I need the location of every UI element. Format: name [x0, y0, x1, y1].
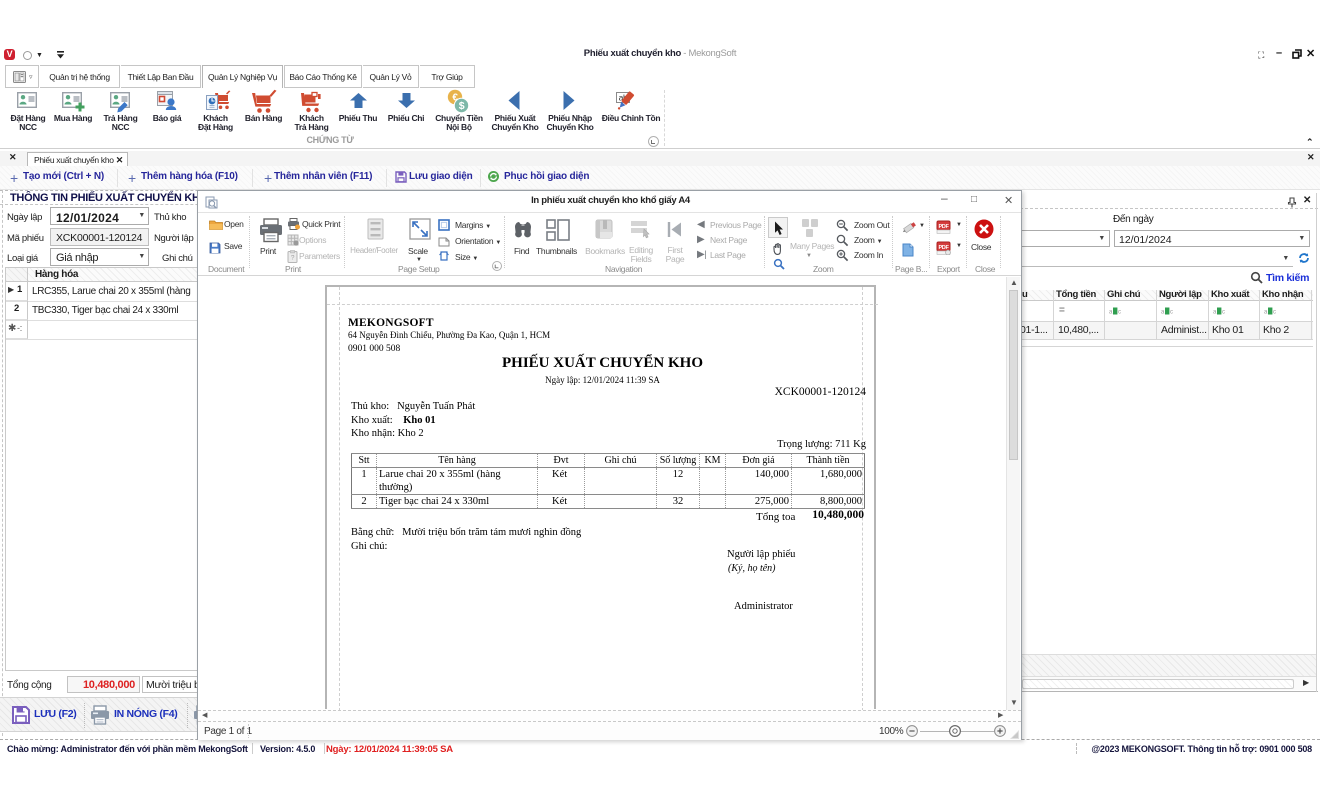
svg-text:a: a: [1264, 310, 1268, 316]
svg-text:a: a: [1161, 310, 1165, 316]
svg-text:a: a: [1213, 310, 1217, 316]
svg-text:c: c: [1118, 310, 1121, 316]
svg-text:c: c: [1170, 310, 1173, 316]
svg-text:c: c: [1222, 310, 1225, 316]
svg-text:PDF: PDF: [938, 224, 949, 230]
svg-text:a: a: [1109, 310, 1113, 316]
svg-text:c: c: [1273, 310, 1276, 316]
svg-text:$: $: [459, 100, 465, 112]
